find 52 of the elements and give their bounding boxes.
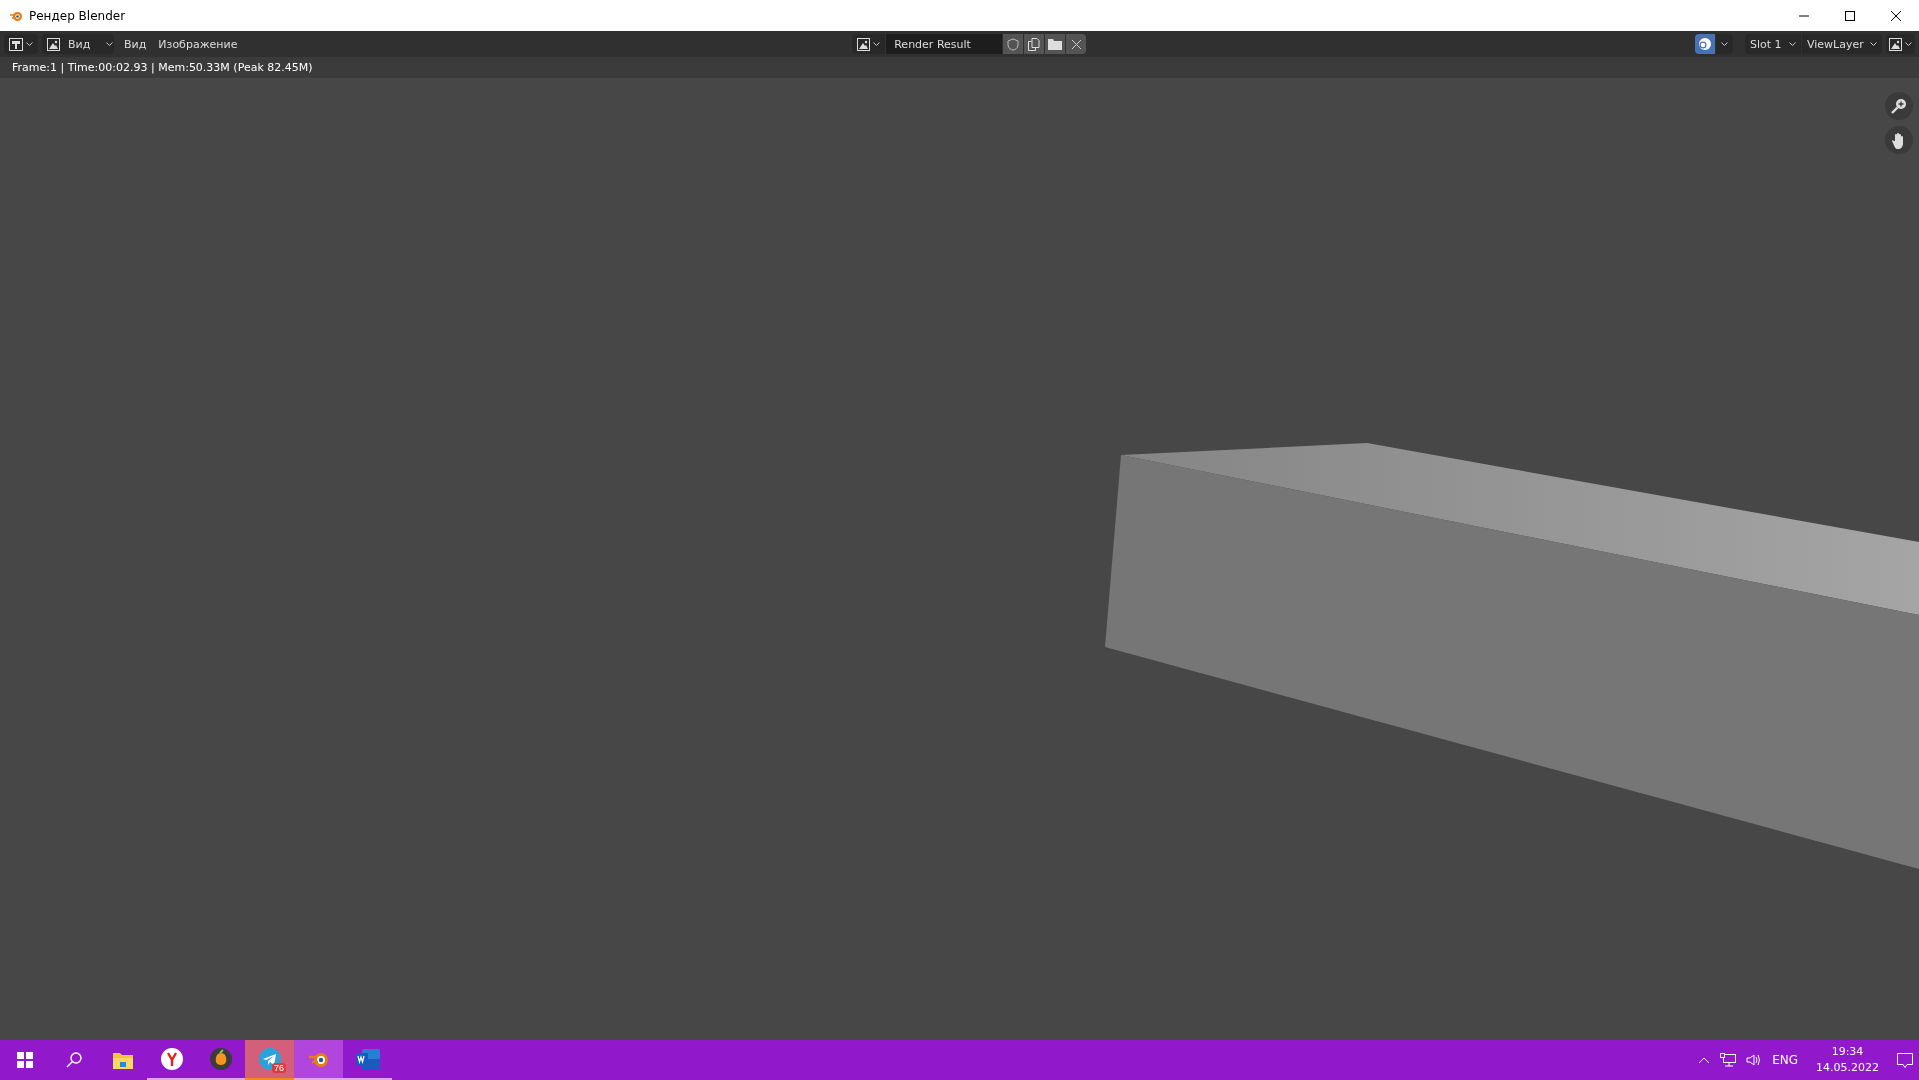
zoom-button[interactable] (1885, 92, 1913, 120)
image-icon (857, 37, 871, 51)
caret-icon (26, 41, 33, 47)
blender-logo-icon (307, 1050, 330, 1068)
zoom-icon (1891, 98, 1907, 114)
new-image-button[interactable] (1024, 34, 1045, 54)
folder-icon (1048, 38, 1063, 50)
maximize-icon (1845, 10, 1855, 21)
unlink-button[interactable] (1066, 34, 1087, 54)
caret-icon (1870, 41, 1877, 47)
display-channels-button[interactable] (1695, 34, 1715, 54)
duplicate-icon (1028, 37, 1041, 51)
windows-logo-icon (16, 1052, 33, 1068)
unread-count-badge: 76 (272, 1063, 286, 1073)
fake-user-button[interactable] (1003, 34, 1024, 54)
open-image-button[interactable] (1045, 34, 1066, 54)
view-layer-dropdown[interactable]: ViewLayer (1802, 34, 1882, 54)
close-icon (1891, 10, 1901, 21)
menu-item[interactable]: Вид (118, 37, 153, 51)
image-icon (1889, 37, 1902, 51)
speaker-icon[interactable] (1746, 1053, 1763, 1067)
editor-type-dropdown[interactable] (4, 34, 38, 54)
browser-icon (160, 1048, 183, 1070)
word-document-icon (355, 1049, 380, 1069)
caret-icon (873, 41, 881, 47)
image-icon (47, 37, 60, 51)
notifications-icon[interactable] (1897, 1052, 1913, 1068)
caret-icon (1905, 41, 1912, 47)
chevron-up-icon[interactable] (1698, 1056, 1711, 1064)
fruit-icon (209, 1048, 232, 1070)
view-mode-dropdown[interactable]: Вид (42, 34, 114, 54)
taskbar-app-button[interactable]: 76 (245, 1040, 294, 1080)
search-icon (65, 1052, 82, 1068)
menu-item[interactable]: Изображение (152, 37, 244, 51)
caret-icon (106, 41, 114, 47)
image-browse-dropdown[interactable] (852, 34, 886, 54)
folder-icon (112, 1051, 133, 1069)
clock[interactable]: 19:34 14.05.2022 (1816, 1044, 1879, 1076)
render-info-text: Frame:1 | Time:00:02.93 | Mem:50.33M (Peak 82.45M) (12, 61, 313, 74)
caret-icon (1789, 41, 1796, 47)
slot-dropdown[interactable]: Slot 1 (1745, 34, 1801, 54)
pan-button[interactable] (1885, 126, 1913, 154)
sample-tool-dropdown[interactable] (1886, 34, 1915, 54)
channels-icon (1698, 37, 1712, 51)
close-icon (1071, 39, 1081, 49)
window-title: Рендер Blender (29, 8, 126, 23)
image-name-field[interactable]: Render Result (886, 34, 1003, 54)
language-indicator[interactable]: ENG (1772, 1053, 1798, 1067)
editor-type-icon (9, 37, 23, 51)
shield-icon (1007, 37, 1020, 51)
caret-icon (1721, 41, 1728, 47)
network-icon[interactable] (1720, 1053, 1737, 1067)
